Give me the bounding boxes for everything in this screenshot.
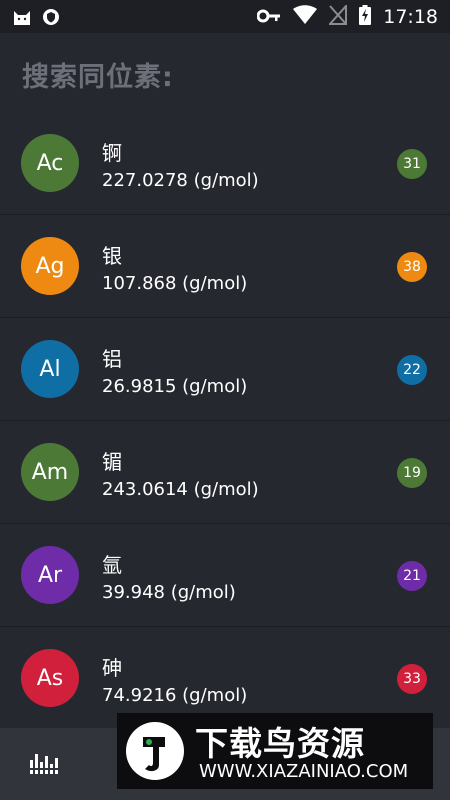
element-list: Ac 锕 227.0278 (g/mol) 31 Ag 银 107.868 (g…: [0, 112, 450, 730]
element-name: 氩: [102, 553, 122, 577]
watermark-banner: 下载鸟资源 WWW.XIAZAINIAO.COM: [117, 713, 433, 789]
cat-icon: [12, 7, 32, 31]
element-mass: 74.9216 (g/mol): [102, 685, 248, 706]
list-item[interactable]: Ar 氩 39.948 (g/mol) 21: [0, 524, 450, 627]
element-avatar: Ac: [21, 134, 79, 192]
list-item[interactable]: Ac 锕 227.0278 (g/mol) 31: [0, 112, 450, 215]
status-bar: 17:18: [0, 0, 450, 33]
list-item[interactable]: Ag 银 107.868 (g/mol) 38: [0, 215, 450, 318]
element-avatar: Ag: [21, 237, 79, 295]
equalizer-icon[interactable]: [30, 750, 60, 778]
element-mass: 227.0278 (g/mol): [102, 170, 259, 191]
watermark-title: 下载鸟资源: [195, 724, 365, 763]
status-time: 17:18: [383, 6, 438, 28]
element-mass: 243.0614 (g/mol): [102, 479, 259, 500]
element-avatar: Al: [21, 340, 79, 398]
page-title: 搜索同位素:: [22, 62, 174, 93]
key-icon: [256, 8, 281, 27]
element-avatar: Ar: [21, 546, 79, 604]
element-name: 锕: [102, 141, 122, 165]
element-name: 铝: [102, 347, 122, 371]
bird-logo-icon: [125, 721, 185, 785]
list-item[interactable]: Am 镅 243.0614 (g/mol) 19: [0, 421, 450, 524]
isotope-count-badge: 31: [397, 149, 427, 179]
isotope-count-badge: 33: [397, 664, 427, 694]
element-avatar: As: [21, 649, 79, 707]
wifi-icon: [293, 5, 318, 29]
element-mass: 107.868 (g/mol): [102, 273, 248, 294]
list-item[interactable]: Al 铝 26.9815 (g/mol) 22: [0, 318, 450, 421]
shield-icon: [42, 8, 60, 30]
element-name: 镅: [102, 450, 122, 474]
element-name: 砷: [102, 656, 122, 680]
element-mass: 26.9815 (g/mol): [102, 376, 248, 397]
element-avatar: Am: [21, 443, 79, 501]
element-mass: 39.948 (g/mol): [102, 582, 236, 603]
isotope-count-badge: 19: [397, 458, 427, 488]
element-name: 银: [102, 244, 122, 268]
battery-charging-icon: [359, 5, 372, 29]
isotope-count-badge: 22: [397, 355, 427, 385]
watermark-url: WWW.XIAZAINIAO.COM: [199, 761, 409, 782]
isotope-count-badge: 21: [397, 561, 427, 591]
isotope-count-badge: 38: [397, 252, 427, 282]
no-signal-icon: [328, 3, 348, 29]
